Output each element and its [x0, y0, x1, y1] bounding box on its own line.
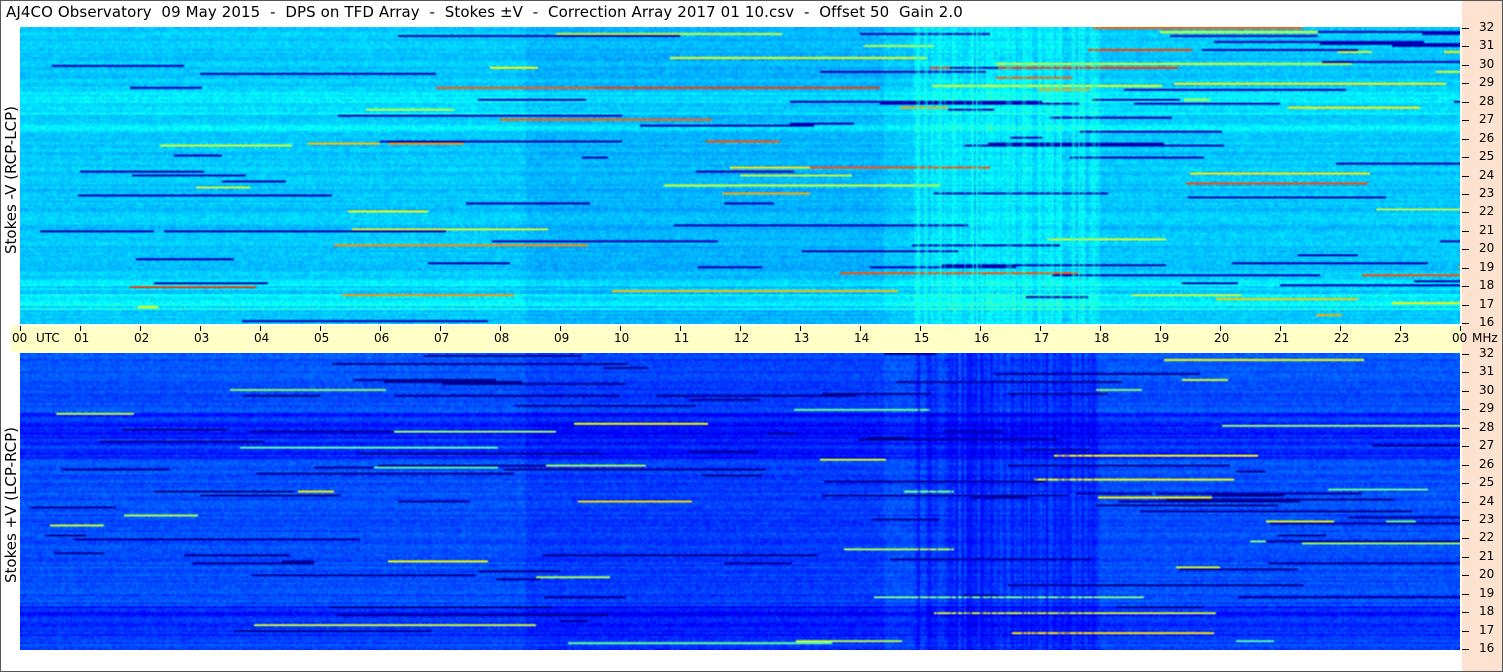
axis-overlay	[0, 0, 1503, 672]
window-border	[0, 0, 1503, 672]
